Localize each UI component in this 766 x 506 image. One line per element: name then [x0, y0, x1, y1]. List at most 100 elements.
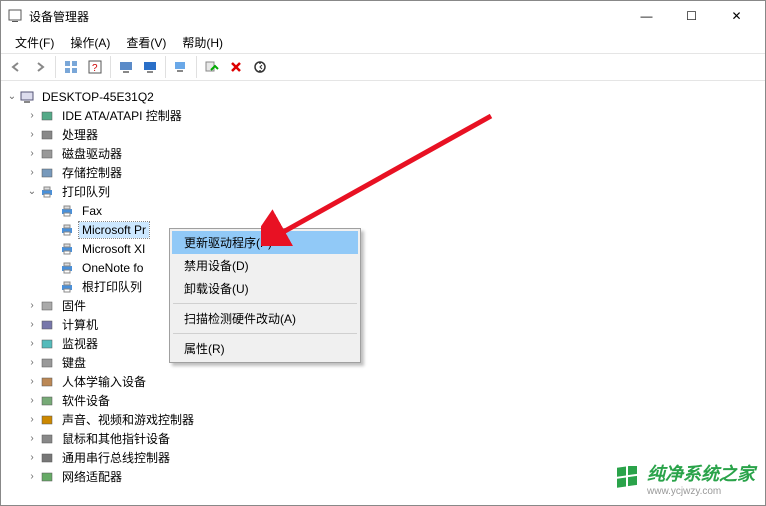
toolbar-separator [110, 56, 111, 78]
monitor-icon [39, 336, 55, 352]
network-icon [39, 469, 55, 485]
tree-category[interactable]: › 键盘 [3, 353, 763, 372]
tree-category-label: 声音、视频和游戏控制器 [59, 410, 197, 429]
printer-icon [39, 184, 55, 200]
firmware-icon [39, 298, 55, 314]
scan-blue-icon[interactable] [139, 56, 161, 78]
tree-device-label: 根打印队列 [79, 277, 145, 296]
tree-category-label: 固件 [59, 296, 89, 315]
uninstall-icon[interactable] [225, 56, 247, 78]
tree-category-label: IDE ATA/ATAPI 控制器 [59, 106, 185, 125]
chevron-icon[interactable]: › [25, 300, 39, 311]
context-disable-device[interactable]: 禁用设备(D) [172, 254, 358, 277]
tree-category-label: 鼠标和其他指针设备 [59, 429, 173, 448]
chevron-icon[interactable]: › [25, 395, 39, 406]
chevron-down-icon[interactable]: ⌄ [5, 91, 19, 102]
tree-category-label: 存储控制器 [59, 163, 125, 182]
tree-category[interactable]: › 人体学输入设备 [3, 372, 763, 391]
context-menu: 更新驱动程序(P) 禁用设备(D) 卸载设备(U) 扫描检测硬件改动(A) 属性… [169, 228, 361, 363]
tree-category[interactable]: › 计算机 [3, 315, 763, 334]
tree-category-label: 人体学输入设备 [59, 372, 149, 391]
watermark-text: 纯净系统之家 [647, 460, 755, 486]
chevron-icon[interactable]: › [25, 452, 39, 463]
tree-category-label: 磁盘驱动器 [59, 144, 125, 163]
tree-category[interactable]: › 声音、视频和游戏控制器 [3, 410, 763, 429]
window-title: 设备管理器 [29, 8, 624, 25]
printer-icon [59, 222, 75, 238]
tree-device-label: Microsoft Pr [79, 222, 149, 238]
chevron-icon[interactable]: › [25, 338, 39, 349]
nav-fwd-icon[interactable] [29, 56, 51, 78]
usb-icon [39, 450, 55, 466]
tree-root[interactable]: ⌄ DESKTOP-45E31Q2 [3, 87, 763, 106]
tree-category-label: 通用串行总线控制器 [59, 448, 173, 467]
menu-help[interactable]: 帮助(H) [174, 32, 231, 53]
tree-category[interactable]: › 鼠标和其他指针设备 [3, 429, 763, 448]
svg-text:?: ? [92, 63, 98, 74]
tree-category-label: 键盘 [59, 353, 89, 372]
tree-category[interactable]: › 监视器 [3, 334, 763, 353]
menu-action[interactable]: 操作(A) [62, 32, 118, 53]
context-separator [173, 303, 357, 304]
toolbar: ? [1, 53, 765, 81]
chevron-icon[interactable]: › [25, 167, 39, 178]
scan-monitor-icon[interactable] [115, 56, 137, 78]
sound-icon [39, 412, 55, 428]
tree-device[interactable]: OneNote fo [3, 258, 763, 277]
cpu-icon [39, 127, 55, 143]
help-pane-icon[interactable]: ? [84, 56, 106, 78]
printer-icon [59, 203, 75, 219]
chevron-icon[interactable]: ⌄ [25, 186, 39, 197]
context-scan-hardware[interactable]: 扫描检测硬件改动(A) [172, 307, 358, 330]
chevron-icon[interactable]: › [25, 319, 39, 330]
chevron-icon[interactable]: › [25, 433, 39, 444]
chevron-icon[interactable]: › [25, 357, 39, 368]
window-controls: — ☐ ✕ [624, 2, 759, 30]
devices-view-icon[interactable] [170, 56, 192, 78]
tree-device-label: Microsoft XI [79, 241, 148, 257]
mouse-icon [39, 431, 55, 447]
chevron-icon[interactable]: › [25, 110, 39, 121]
context-properties[interactable]: 属性(R) [172, 337, 358, 360]
close-button[interactable]: ✕ [714, 2, 759, 30]
storage-icon [39, 165, 55, 181]
toolbar-separator [55, 56, 56, 78]
enable-device-icon[interactable] [201, 56, 223, 78]
chevron-icon[interactable]: › [25, 129, 39, 140]
menu-view[interactable]: 查看(V) [118, 32, 174, 53]
menu-file[interactable]: 文件(F) [7, 32, 62, 53]
chevron-icon[interactable]: › [25, 376, 39, 387]
keyboard-icon [39, 355, 55, 371]
maximize-button[interactable]: ☐ [669, 2, 714, 30]
printer-icon [59, 241, 75, 257]
context-separator [173, 333, 357, 334]
app-icon [7, 8, 23, 24]
tree-category-label: 打印队列 [59, 182, 113, 201]
tree-category[interactable]: › 固件 [3, 296, 763, 315]
chevron-icon[interactable]: › [25, 414, 39, 425]
scan-hardware-icon[interactable] [249, 56, 271, 78]
tree-category-label: 网络适配器 [59, 467, 125, 486]
chip-icon [39, 108, 55, 124]
printer-icon [59, 260, 75, 276]
menubar: 文件(F) 操作(A) 查看(V) 帮助(H) [1, 31, 765, 53]
printer-icon [59, 279, 75, 295]
tree-category[interactable]: ›软件设备 [3, 391, 763, 410]
tree-category-label: 处理器 [59, 125, 101, 144]
minimize-button[interactable]: — [624, 2, 669, 30]
tree-category-label: 监视器 [59, 334, 101, 353]
titlebar: 设备管理器 — ☐ ✕ [1, 1, 765, 31]
tree-category-label: 计算机 [59, 315, 101, 334]
computer-icon [39, 317, 55, 333]
properties-icon[interactable] [60, 56, 82, 78]
chevron-icon[interactable]: › [25, 471, 39, 482]
tree-device-label: Fax [79, 203, 105, 219]
toolbar-separator [196, 56, 197, 78]
tree-root-label: DESKTOP-45E31Q2 [39, 89, 157, 105]
nav-back-icon[interactable] [5, 56, 27, 78]
tree-device[interactable]: 根打印队列 [3, 277, 763, 296]
watermark: 纯净系统之家 www.ycjwzy.com [615, 460, 755, 497]
context-uninstall-device[interactable]: 卸载设备(U) [172, 277, 358, 300]
chevron-icon[interactable]: › [25, 148, 39, 159]
toolbar-separator [165, 56, 166, 78]
